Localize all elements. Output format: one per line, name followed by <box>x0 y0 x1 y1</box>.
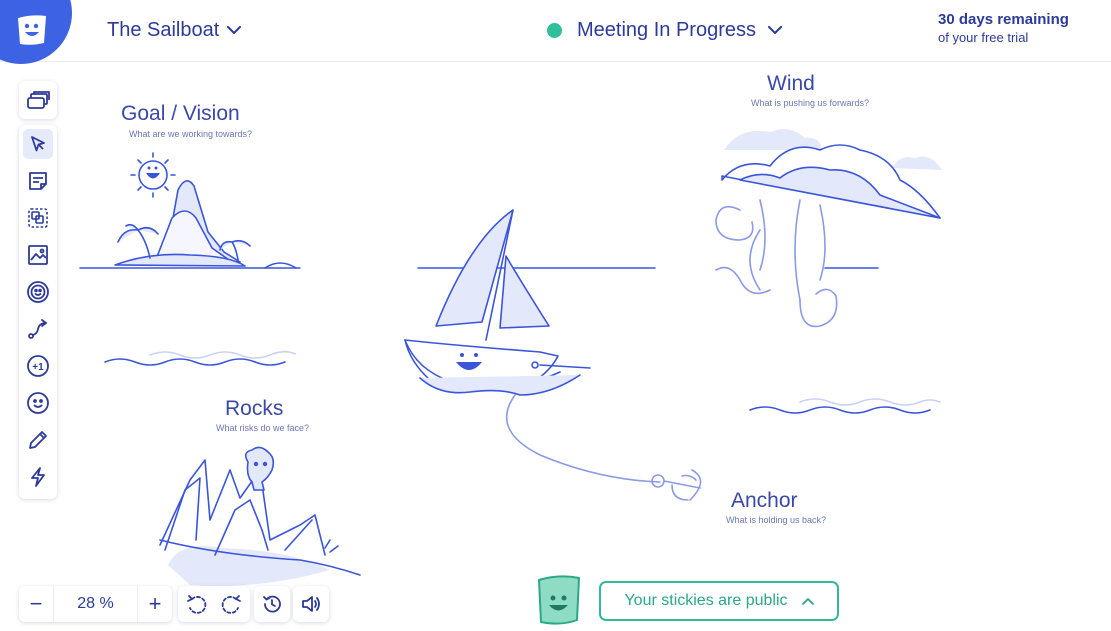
redo-icon <box>221 595 241 614</box>
wave-line <box>149 350 296 359</box>
sound-group <box>293 586 329 622</box>
group-tool[interactable] <box>23 203 53 233</box>
connector-tool[interactable] <box>23 314 53 344</box>
left-toolbar: +1 <box>19 125 57 499</box>
image-tool[interactable] <box>23 240 53 270</box>
goal-vision-subtitle: What are we working towards? <box>129 129 253 139</box>
anchor-subtitle: What is holding us back? <box>726 515 827 525</box>
history-button[interactable] <box>254 586 290 622</box>
plus-one-tool[interactable]: +1 <box>23 351 53 381</box>
goal-vision-title: Goal / Vision <box>121 102 240 125</box>
boards-button[interactable] <box>19 81 57 119</box>
stickies-visibility-button[interactable]: Your stickies are public <box>599 581 839 621</box>
rocks-title: Rocks <box>225 397 284 420</box>
sailboat-canvas[interactable] <box>0 0 1111 631</box>
anchor-title: Anchor <box>731 489 798 512</box>
select-tool[interactable] <box>23 129 53 159</box>
lightning-icon <box>31 467 45 487</box>
svg-text:+1: +1 <box>32 362 44 373</box>
sticky-note-tool[interactable] <box>23 166 53 196</box>
quick-actions-tool[interactable] <box>23 462 53 492</box>
smiley-icon <box>27 392 49 414</box>
zoom-out-button[interactable]: − <box>19 586 53 622</box>
wave-line <box>104 358 286 366</box>
emoji-sticker-icon <box>27 281 49 303</box>
rocks-subtitle: What risks do we face? <box>216 423 310 433</box>
wind-title: Wind <box>767 72 815 95</box>
zoom-in-button[interactable]: + <box>138 586 172 622</box>
sticky-note-icon <box>29 172 47 190</box>
sailboat-illustration <box>404 209 661 483</box>
rocks-illustration <box>159 446 361 586</box>
sound-button[interactable] <box>293 586 329 622</box>
sound-icon <box>302 596 320 612</box>
wind-illustration <box>715 129 942 414</box>
zoom-control: − 28 % + <box>19 586 172 622</box>
undo-redo-group <box>178 586 250 622</box>
pencil-icon <box>29 431 47 449</box>
sticky-mascot-icon[interactable] <box>535 574 583 628</box>
history-group <box>254 586 290 622</box>
boards-icon <box>27 91 50 109</box>
zoom-level[interactable]: 28 % <box>53 586 138 622</box>
chevron-up-icon <box>801 598 814 605</box>
emoji-sticker-tool[interactable] <box>23 277 53 307</box>
image-icon <box>28 245 48 265</box>
cursor-icon <box>31 136 45 152</box>
redo-button[interactable] <box>214 586 250 622</box>
undo-icon <box>187 595 207 614</box>
plus-one-icon: +1 <box>27 355 49 377</box>
connector-icon <box>28 319 48 339</box>
stickies-visibility-label: Your stickies are public <box>624 592 788 609</box>
history-icon <box>263 595 281 613</box>
island-illustration <box>79 152 301 269</box>
anchor-illustration <box>651 469 702 501</box>
reaction-tool[interactable] <box>23 388 53 418</box>
group-icon <box>28 208 48 228</box>
pencil-tool[interactable] <box>23 425 53 455</box>
wind-subtitle: What is pushing us forwards? <box>751 98 870 108</box>
undo-button[interactable] <box>178 586 214 622</box>
